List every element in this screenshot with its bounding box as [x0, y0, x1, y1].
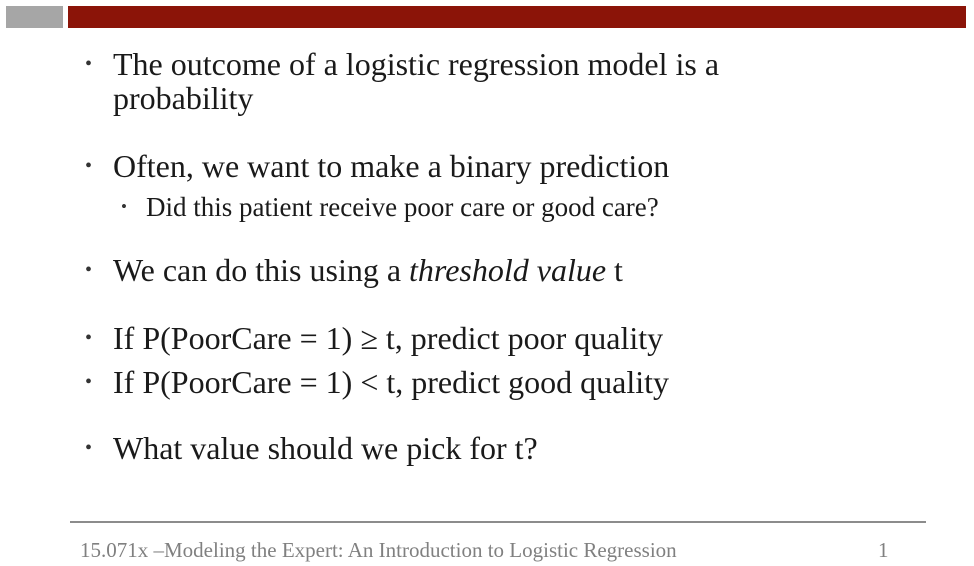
bullet-threshold-italic: threshold value	[409, 252, 607, 288]
subbullet-patient: • Did this patient receive poor care or …	[121, 192, 659, 222]
footer-divider	[70, 521, 926, 523]
bullet-outcome: • The outcome of a logistic regression m…	[85, 46, 720, 116]
bullet-threshold: • We can do this using a threshold value…	[85, 252, 623, 288]
header-red-bar	[68, 6, 966, 28]
bullet-dot: •	[85, 327, 93, 349]
bullet-threshold-before: We can do this using a	[113, 252, 410, 288]
bullet-dot: •	[85, 371, 93, 393]
subbullet-patient-text: Did this patient receive poor care or go…	[146, 192, 659, 222]
bullet-outcome-line2: probability	[113, 80, 254, 116]
bullet-dot: •	[85, 437, 93, 459]
footer-course-title: 15.071x –Modeling the Expert: An Introdu…	[80, 538, 677, 562]
bullet-poor-quality-text: If P(PoorCare = 1) ≥ t, predict poor qua…	[113, 320, 664, 356]
header-gray-block	[6, 6, 63, 28]
bullet-good-quality-text: If P(PoorCare = 1) < t, predict good qua…	[113, 364, 669, 400]
bullet-binary: • Often, we want to make a binary predic…	[85, 148, 670, 184]
bullet-dot: •	[85, 53, 93, 75]
bullet-poor-quality: • If P(PoorCare = 1) ≥ t, predict poor q…	[85, 320, 664, 356]
bullet-binary-text: Often, we want to make a binary predicti…	[113, 148, 670, 184]
bullet-dot: •	[85, 259, 93, 281]
bullet-pick-t: • What value should we pick for t?	[85, 430, 538, 466]
bullet-good-quality: • If P(PoorCare = 1) < t, predict good q…	[85, 364, 669, 400]
bullet-pick-t-text: What value should we pick for t?	[113, 430, 538, 466]
bullet-dot: •	[85, 155, 93, 177]
bullet-threshold-after: t	[606, 252, 623, 288]
page-number: 1	[878, 538, 889, 562]
bullet-outcome-line1: The outcome of a logistic regression mod…	[113, 46, 720, 82]
bullet-dot: •	[121, 197, 127, 216]
